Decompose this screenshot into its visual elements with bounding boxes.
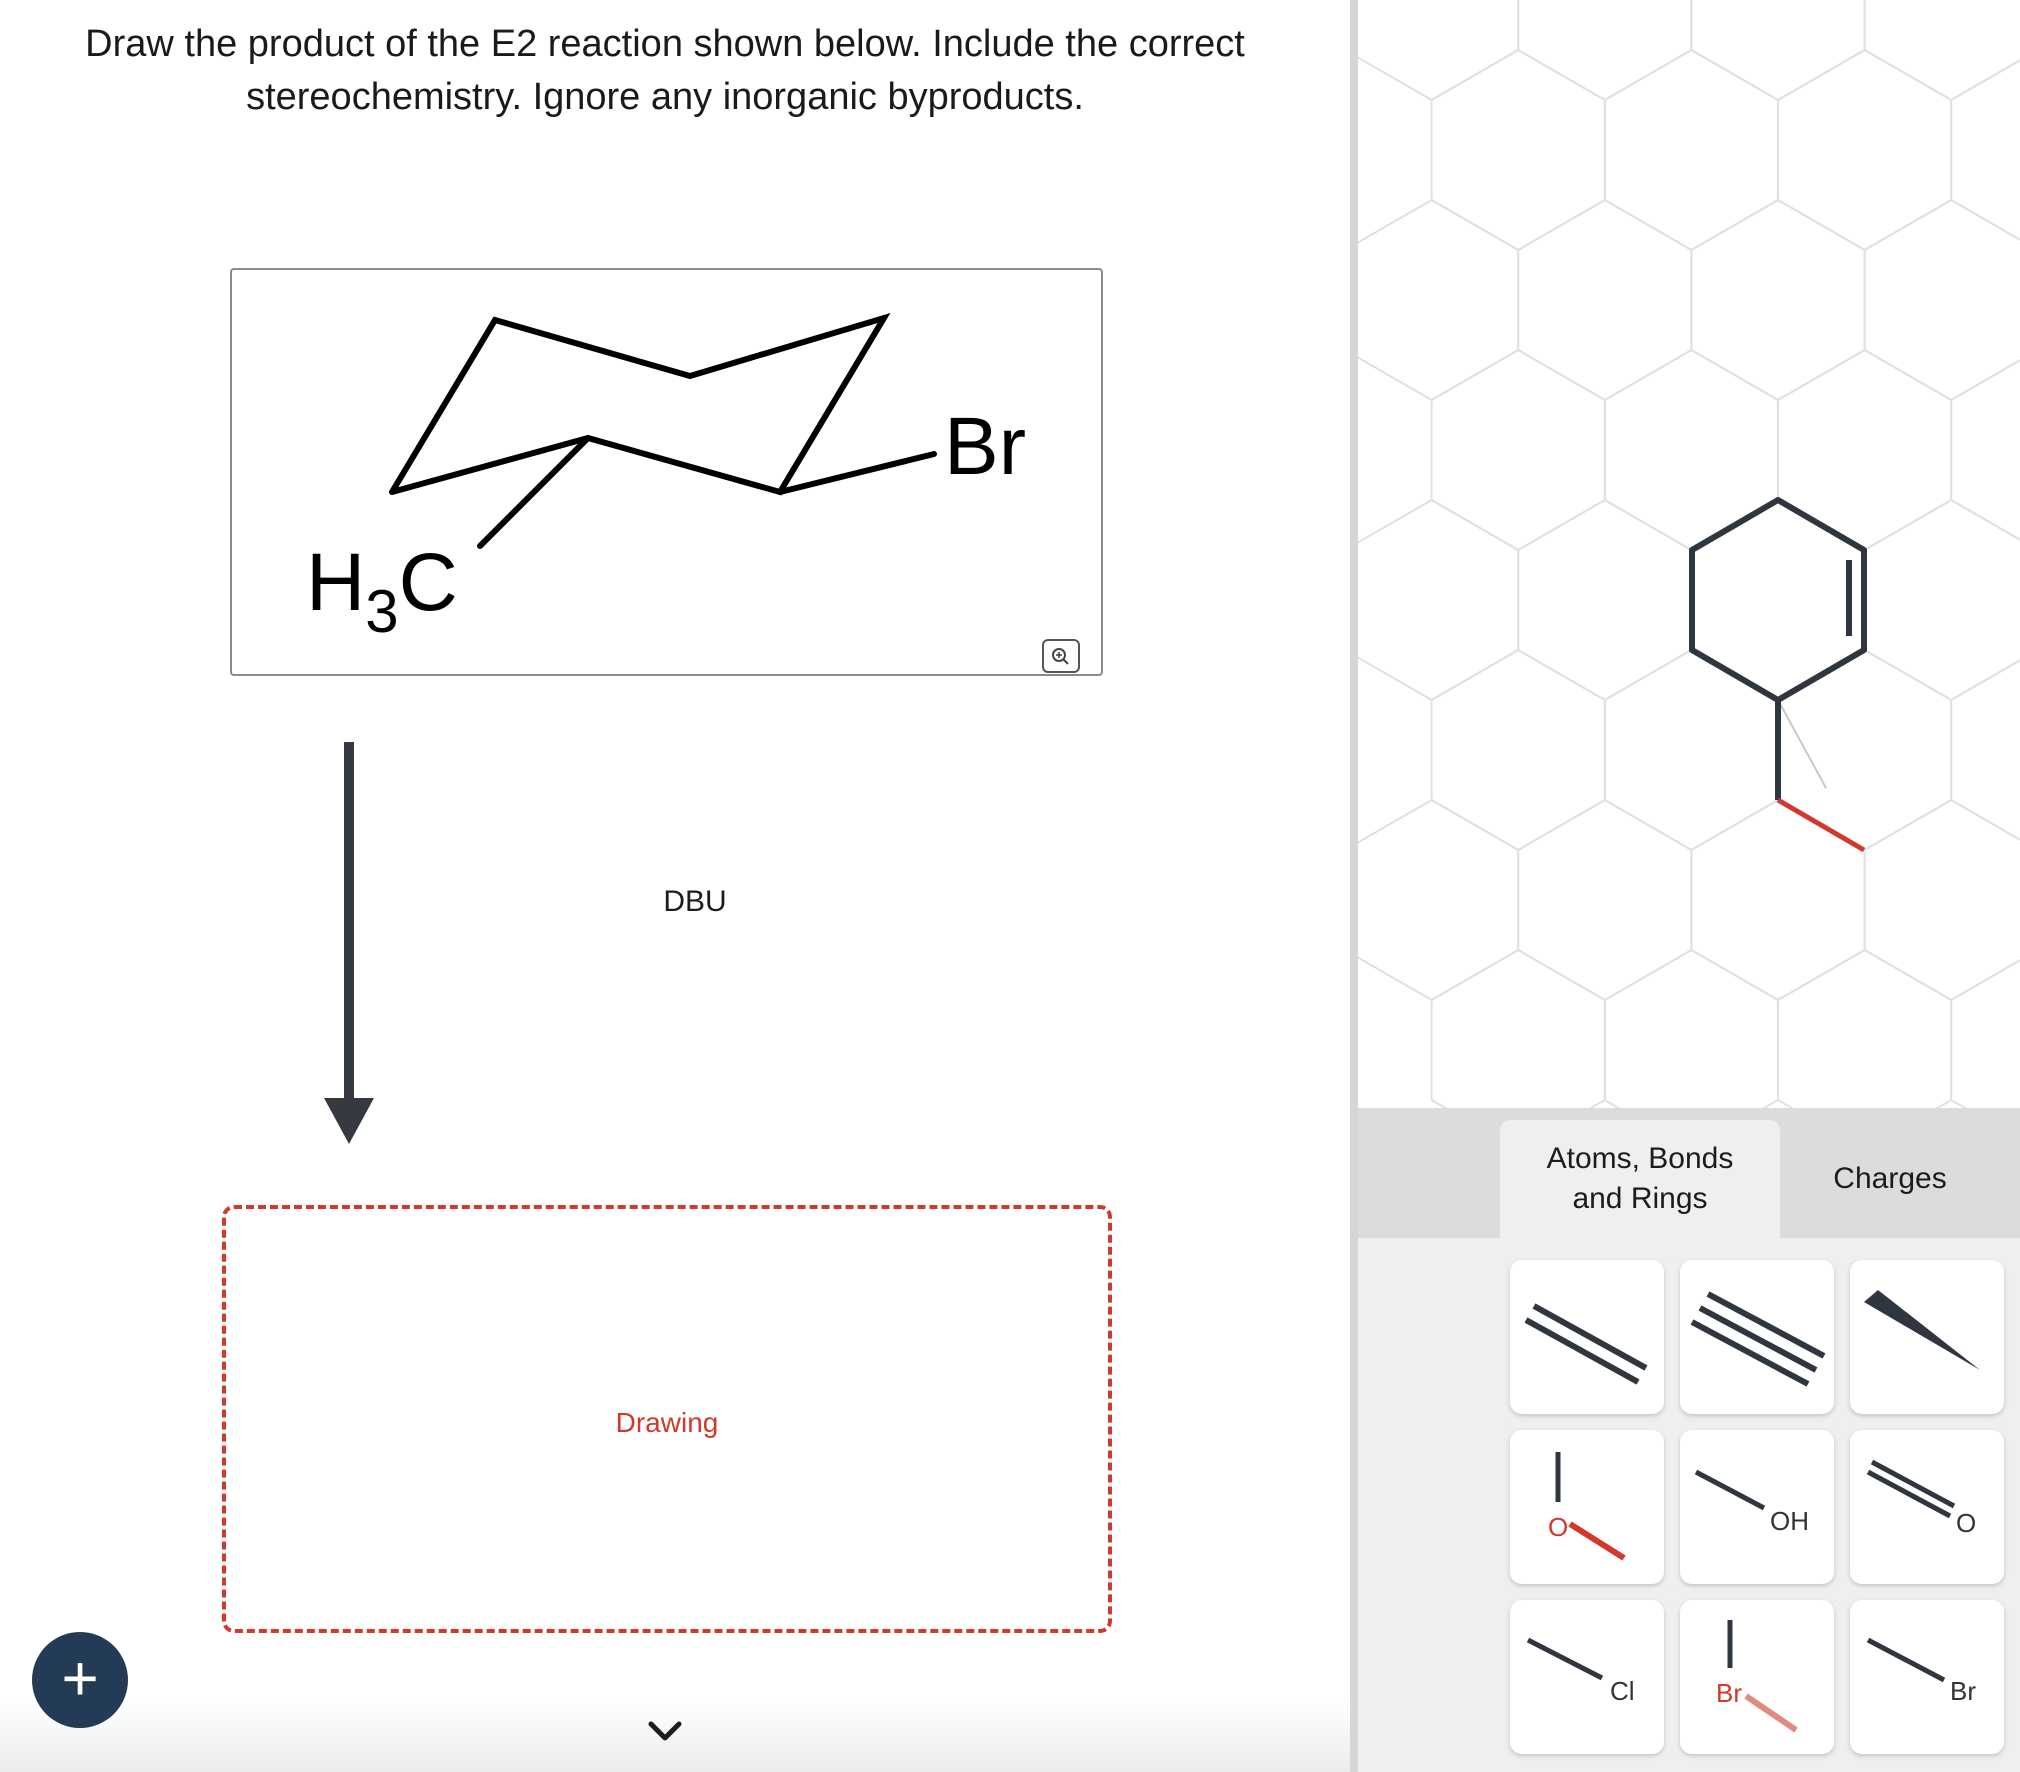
reactant-structure: Br H3C bbox=[306, 312, 1026, 645]
grid-hexagon bbox=[1777, 948, 1953, 1108]
grid-hexagon bbox=[1863, 498, 2020, 702]
drawing-editor[interactable]: Atoms, Bonds and Rings Charges O OH O Cl… bbox=[1358, 0, 2020, 1772]
tab-atoms-line-2: and Rings bbox=[1572, 1182, 1708, 1215]
triple-bond-tool[interactable] bbox=[1680, 1260, 1834, 1414]
question-line-1: Draw the product of the E2 reaction show… bbox=[85, 23, 1245, 65]
grid-hexagon bbox=[1517, 798, 1693, 1002]
tab-strip: Atoms, Bonds and Rings Charges bbox=[1358, 1108, 2020, 1238]
grid-hexagon bbox=[1358, 798, 1520, 1002]
triple-bond-icon bbox=[1690, 1291, 1826, 1387]
chloro-icon bbox=[1526, 1637, 1604, 1681]
wedge-bond-icon bbox=[1864, 1290, 1980, 1370]
grid-hexagon bbox=[1690, 0, 1866, 102]
bromo-icon bbox=[1727, 1620, 1798, 1733]
question-panel: Draw the product of the E2 reaction show… bbox=[0, 0, 1350, 1772]
ether-label: O bbox=[1548, 1512, 1569, 1542]
question-text: Draw the product of the E2 reaction show… bbox=[20, 18, 1310, 124]
question-line-2: stereochemistry. Ignore any inorganic by… bbox=[246, 76, 1084, 118]
grid-hexagon bbox=[1603, 648, 1779, 852]
carbonyl-tool[interactable]: O bbox=[1850, 1430, 2004, 1584]
grid-hexagon bbox=[1358, 198, 1520, 402]
ether-icon bbox=[1555, 1452, 1626, 1561]
bromo-vertical-label: Br bbox=[1716, 1678, 1742, 1708]
tool-grid: O OH O Cl Br Br bbox=[1358, 1238, 2020, 1772]
grid-hexagon bbox=[1863, 798, 2020, 1002]
tab-charges[interactable]: Charges bbox=[1780, 1120, 2000, 1238]
double-bond-tool[interactable] bbox=[1510, 1260, 1664, 1414]
grid-hexagon bbox=[1950, 959, 2020, 1108]
chloro-label: Cl bbox=[1610, 1676, 1635, 1706]
carbonyl-label: O bbox=[1956, 1508, 1977, 1538]
grid-hexagon bbox=[1430, 48, 1606, 252]
reaction-arrow bbox=[324, 742, 374, 1144]
grid-hexagon bbox=[1777, 648, 1953, 852]
grid-hexagon bbox=[1603, 348, 1779, 552]
grid-hexagon bbox=[1603, 948, 1779, 1108]
plus-icon: + bbox=[61, 1642, 99, 1714]
bromo-icon bbox=[1866, 1637, 1946, 1683]
chloro-tool[interactable]: Cl bbox=[1510, 1600, 1664, 1754]
add-button[interactable]: + bbox=[32, 1632, 128, 1728]
chair-ring-bond bbox=[389, 312, 891, 496]
hydroxyl-icon bbox=[1694, 1469, 1766, 1511]
grid-hexagon bbox=[1690, 798, 1866, 1002]
grid-hexagon bbox=[1430, 948, 1606, 1108]
grid-hexagon bbox=[1690, 498, 1866, 702]
grid-hexagon bbox=[1358, 498, 1520, 702]
active-bond bbox=[1776, 797, 1866, 853]
drawn-molecule[interactable] bbox=[1689, 497, 1867, 853]
ether-tool[interactable]: O bbox=[1510, 1430, 1664, 1584]
grid-hexagon bbox=[1517, 198, 1693, 402]
zoom-in-icon bbox=[1052, 648, 1069, 665]
grid-hexagon bbox=[1777, 48, 1953, 252]
grid-hexagon bbox=[1863, 0, 2020, 102]
drawing-area[interactable]: Drawing bbox=[222, 1205, 1112, 1633]
bromo-tool[interactable]: Br bbox=[1850, 1600, 2004, 1754]
chevron-down-icon[interactable] bbox=[645, 1716, 685, 1746]
methyl-label: H3C bbox=[306, 537, 458, 645]
grid-hexagon bbox=[1863, 198, 2020, 402]
grid-hexagon bbox=[1777, 348, 1953, 552]
grid-hexagon bbox=[1517, 498, 1693, 702]
drawing-canvas[interactable] bbox=[1358, 0, 2020, 1108]
grid-hexagon bbox=[1603, 48, 1779, 252]
grid-hexagon bbox=[1430, 348, 1606, 552]
carbonyl-icon bbox=[1866, 1459, 1956, 1519]
grid-hexagon bbox=[1430, 648, 1606, 852]
bromo-label: Br bbox=[1950, 1676, 1976, 1706]
c-br-bond bbox=[777, 451, 937, 495]
tab-atoms-bonds-rings[interactable]: Atoms, Bonds and Rings bbox=[1500, 1120, 1780, 1238]
double-bond-icon bbox=[1524, 1303, 1648, 1385]
grid-hexagon bbox=[1358, 0, 1520, 102]
panel-divider[interactable] bbox=[1350, 0, 1358, 1772]
bromine-label: Br bbox=[944, 401, 1026, 492]
wedge-bond-tool[interactable] bbox=[1850, 1260, 2004, 1414]
drawing-label: Drawing bbox=[615, 1407, 719, 1438]
reagent-label: DBU bbox=[663, 885, 727, 918]
hydroxyl-tool[interactable]: OH bbox=[1680, 1430, 1834, 1584]
grid-hexagon bbox=[1690, 198, 1866, 402]
ring-bonds bbox=[1689, 497, 1867, 703]
hydroxyl-label: OH bbox=[1770, 1506, 1809, 1536]
tab-atoms-line-1: Atoms, Bonds bbox=[1546, 1142, 1734, 1175]
toolbar: Atoms, Bonds and Rings Charges O OH O Cl… bbox=[1358, 1108, 2020, 1772]
guide-line bbox=[1777, 699, 1827, 789]
reactant-structure-box: Br H3C bbox=[230, 268, 1103, 676]
grid-hexagon bbox=[1517, 0, 1693, 102]
bromo-vertical-tool[interactable]: Br bbox=[1680, 1600, 1834, 1754]
zoom-button[interactable] bbox=[1042, 639, 1080, 673]
